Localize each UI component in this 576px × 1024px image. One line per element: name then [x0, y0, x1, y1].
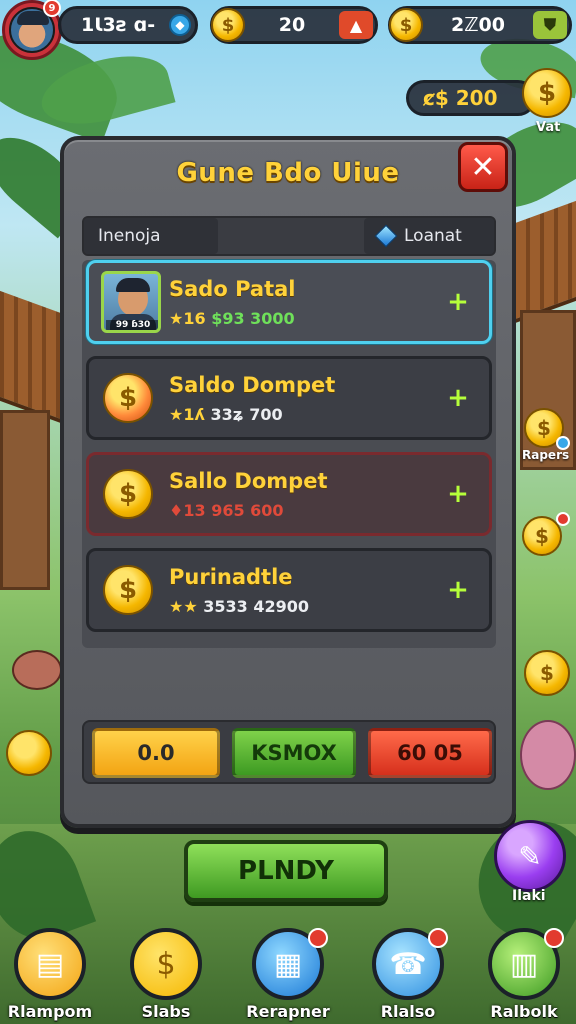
bottom-navigation: ▤ Rlampom $ Slabs ▦ Rerapner ☎ Rlalso ▥ … [0, 928, 576, 1024]
close-button[interactable]: ✕ [458, 142, 508, 192]
big-coin-icon[interactable]: $ [522, 68, 572, 118]
nav-badge [544, 928, 564, 948]
wallet-panel: Gune Bdo Uiue ✕ Inenoja Loanat 99 ɓ30 Sa… [60, 136, 516, 828]
row-value: $93 3000 [211, 309, 295, 328]
nav-item-ralbolk[interactable]: ▥ Ralbolk [474, 928, 574, 1024]
coin-pack-icon[interactable]: ▲ [339, 11, 373, 39]
coin-icon: $ [211, 8, 245, 42]
gold-coin-icon: $ [389, 8, 423, 42]
nav-label: Slabs [141, 1002, 191, 1021]
balance-list: 99 ɓ30 Sado Patal ★16 $93 3000 + $ Saldo… [82, 260, 496, 648]
floating-chip-label: Vat [536, 120, 561, 135]
nav-item-rlampom[interactable]: ▤ Rlampom [0, 928, 100, 1024]
balance-row-sado-patal[interactable]: 99 ɓ30 Sado Patal ★16 $93 3000 + [86, 260, 492, 344]
portrait-tag: 99 ɓ30 [106, 320, 158, 330]
row-subtitle: ★1ʎ 33ʑ 700 [169, 405, 283, 424]
side-papers-label: Rapers [522, 448, 570, 462]
nav-label: Rlalso [380, 1002, 436, 1021]
coin-icon: $ [103, 565, 153, 615]
yellow-action-button[interactable]: 0.0 [92, 728, 220, 778]
star-rating: ★1ʎ [169, 405, 205, 424]
star-rating: ★★ [169, 597, 198, 616]
nav-item-rerapner[interactable]: ▦ Rerapner [238, 928, 338, 1024]
coin-icon: $ [130, 928, 202, 1000]
row-value: 33ʑ 700 [210, 405, 283, 424]
row-value: 3533 42900 [203, 597, 310, 616]
nav-label: Rlampom [7, 1002, 93, 1021]
row-title: Sallo Dompet [169, 469, 328, 493]
floating-currency-value: ȼ$ 200 [423, 86, 498, 110]
special-orb-button[interactable]: ✎ [494, 820, 566, 892]
row-subtitle: ♦13 965 600 [169, 501, 284, 520]
red-coin-icon: $ [103, 373, 153, 423]
gem-rating: ♦13 [169, 501, 206, 520]
row-title: Saldo Dompet [169, 373, 336, 397]
coins-value: 20 [278, 14, 306, 36]
side-coin-icon: $ [524, 650, 570, 696]
balance-row-purinadtle[interactable]: $ Purinadtle ★★ 3533 42900 + [86, 548, 492, 632]
row-title: Purinadtle [169, 565, 293, 589]
chest-icon: ▤ [14, 928, 86, 1000]
coins-pill[interactable]: $ 20 ▲ [210, 6, 378, 44]
balance-row-sallo-dompet[interactable]: $ Sallo Dompet ♦13 965 600 + [86, 452, 492, 536]
tab-label: Loanat [404, 226, 462, 246]
player-avatar[interactable]: 9 [2, 0, 62, 60]
action-button-bar: 0.0 KSMOX 60 05 [82, 720, 496, 784]
nav-label: Ralbolk [490, 1002, 558, 1021]
panel-tabs: Inenoja Loanat [82, 216, 496, 256]
pencil-icon: ✎ [518, 839, 542, 873]
add-button[interactable]: + [443, 287, 473, 317]
coin-icon: $ [103, 469, 153, 519]
top-bar: 9 1Ɩ3ƨ ɑ- ◆ $ 20 ▲ $ 2ℤ00 ⛊ [0, 0, 576, 60]
row-subtitle: ★16 $93 3000 [169, 309, 295, 328]
nav-label: Rerapner [246, 1002, 330, 1021]
floating-currency-chip[interactable]: ȼ$ 200 [406, 80, 536, 116]
character-portrait: 99 ɓ30 [101, 271, 161, 333]
nav-item-slabs[interactable]: $ Slabs [116, 928, 216, 1024]
panel-title: Gune Bdo Uiue [176, 158, 400, 188]
row-subtitle: ★★ 3533 42900 [169, 597, 309, 616]
row-value: 965 600 [211, 501, 284, 520]
gold-value: 2ℤ00 [451, 14, 505, 36]
red-action-button[interactable]: 60 05 [368, 728, 492, 778]
side-coin-badge [556, 512, 570, 526]
play-button[interactable]: PLNDY [184, 840, 388, 902]
shield-icon[interactable]: ⛊ [533, 11, 567, 39]
tab-loanat[interactable]: Loanat [364, 218, 494, 254]
add-button[interactable]: + [443, 383, 473, 413]
add-button[interactable]: + [443, 575, 473, 605]
add-button[interactable]: + [443, 479, 473, 509]
crystal-icon [374, 224, 398, 248]
tab-label: Inenoja [98, 226, 161, 246]
gold-pill[interactable]: $ 2ℤ00 ⛊ [388, 6, 572, 44]
balance-row-saldo-dompet[interactable]: $ Saldo Dompet ★1ʎ 33ʑ 700 + [86, 356, 492, 440]
nav-badge [308, 928, 328, 948]
gem-icon: ◆ [169, 14, 191, 36]
nav-badge [428, 928, 448, 948]
player-stat-value: 1Ɩ3ƨ ɑ- [81, 14, 156, 36]
star-rating: ★16 [169, 309, 206, 328]
row-title: Sado Patal [169, 277, 296, 301]
green-action-button[interactable]: KSMOX [232, 728, 356, 778]
nav-item-rlalso[interactable]: ☎ Rlalso [358, 928, 458, 1024]
orb-label: Ilaki [512, 888, 546, 904]
player-stat-pill[interactable]: 1Ɩ3ƨ ɑ- ◆ [58, 6, 198, 44]
tab-inenoja[interactable]: Inenoja [84, 218, 218, 254]
avatar-notification-badge: 9 [43, 0, 61, 17]
